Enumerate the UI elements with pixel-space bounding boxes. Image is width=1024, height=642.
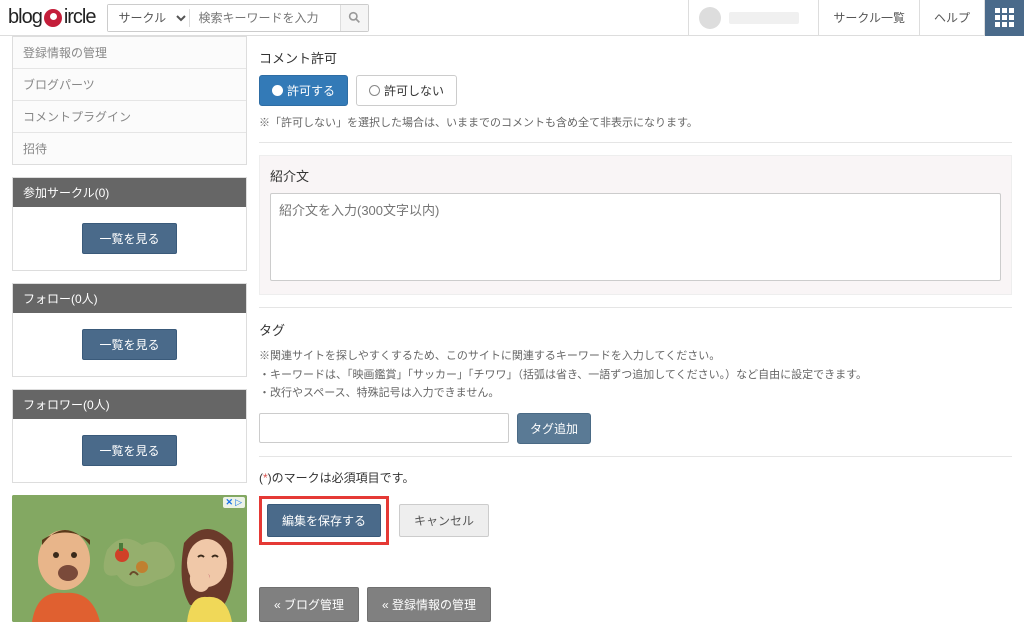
view-list-button[interactable]: 一覧を見る [82, 329, 176, 360]
section-label: タグ [259, 320, 1012, 339]
radio-label: 許可しない [384, 82, 444, 99]
menu-item-register-info[interactable]: 登録情報の管理 [13, 37, 246, 69]
radio-group: 許可する 許可しない [259, 75, 1012, 106]
panel-title: フォロワー(0人) [13, 390, 246, 419]
apps-icon [995, 8, 1014, 27]
view-list-button[interactable]: 一覧を見る [82, 223, 176, 254]
intro-box: 紹介文 [259, 155, 1012, 295]
page: 登録情報の管理 ブログパーツ コメントプラグイン 招待 参加サークル(0) 一覧… [0, 36, 1024, 642]
topbar-right: サークル一覧 ヘルプ [688, 0, 1024, 36]
apps-button[interactable] [984, 0, 1024, 36]
cancel-button[interactable]: キャンセル [399, 504, 489, 537]
panel-title: フォロー(0人) [13, 284, 246, 313]
logo-text-left: blog [8, 6, 42, 29]
user-menu[interactable] [688, 0, 818, 36]
avatar [699, 7, 721, 29]
required-note: (*)のマークは必須項目です。 [259, 469, 1012, 486]
main-content: コメント許可 許可する 許可しない ※「許可しない」を選択した場合は、いままでの… [247, 36, 1024, 642]
ad-image [12, 495, 247, 622]
tag-input-row: タグ追加 [259, 413, 1012, 444]
menu-item-blog-parts[interactable]: ブログパーツ [13, 69, 246, 101]
logo[interactable]: blog ircle [8, 6, 95, 29]
ad-close-icon[interactable]: ✕ [226, 497, 234, 508]
adchoices-icon: ▷ [235, 497, 242, 508]
section-comment-permission: コメント許可 許可する 許可しない ※「許可しない」を選択した場合は、いままでの… [259, 36, 1012, 142]
radio-allow[interactable]: 許可する [259, 75, 348, 106]
intro-textarea[interactable] [270, 193, 1001, 281]
search-button[interactable] [340, 5, 368, 31]
radio-icon [272, 85, 283, 96]
tag-note-line: ・キーワードは、「映画鑑賞」「サッカー」「チワワ」（括弧は省き、一語ずつ追加して… [259, 366, 1012, 385]
sidebar: 登録情報の管理 ブログパーツ コメントプラグイン 招待 参加サークル(0) 一覧… [0, 36, 247, 642]
section-label: 紹介文 [270, 166, 1001, 185]
tag-notes: ※関連サイトを探しやすくするため、このサイトに関連するキーワードを入力してくださ… [259, 347, 1012, 403]
advertisement[interactable]: ✕▷ [12, 495, 247, 622]
action-row: 編集を保存する キャンセル [259, 496, 1012, 545]
back-blog-button[interactable]: « ブログ管理 [259, 587, 359, 622]
section-intro: 紹介文 [259, 142, 1012, 307]
logo-text-right: ircle [64, 6, 96, 29]
nav-circle-list[interactable]: サークル一覧 [818, 0, 919, 36]
search-input[interactable] [190, 11, 340, 25]
tag-add-button[interactable]: タグ追加 [517, 413, 591, 444]
nav-help[interactable]: ヘルプ [919, 0, 984, 36]
panel-follow: フォロー(0人) 一覧を見る [12, 283, 247, 377]
search-bar: サークル [107, 4, 369, 32]
bottom-nav: « ブログ管理 « 登録情報の管理 [259, 587, 1012, 622]
topbar: blog ircle サークル サークル一覧 ヘルプ [0, 0, 1024, 36]
permission-note: ※「許可しない」を選択した場合は、いままでのコメントも含め全て非表示になります。 [259, 114, 1012, 130]
radio-deny[interactable]: 許可しない [356, 75, 457, 106]
section-tag: タグ ※関連サイトを探しやすくするため、このサイトに関連するキーワードを入力して… [259, 307, 1012, 456]
section-actions: (*)のマークは必須項目です。 編集を保存する キャンセル [259, 456, 1012, 557]
username-placeholder [729, 12, 799, 24]
ad-badge[interactable]: ✕▷ [223, 497, 245, 508]
search-scope-select[interactable]: サークル [108, 5, 189, 31]
save-button[interactable]: 編集を保存する [267, 504, 381, 537]
sidebar-menu: 登録情報の管理 ブログパーツ コメントプラグイン 招待 [12, 36, 247, 165]
radio-label: 許可する [287, 82, 335, 99]
menu-item-comment-plugin[interactable]: コメントプラグイン [13, 101, 246, 133]
panel-join-circles: 参加サークル(0) 一覧を見る [12, 177, 247, 271]
section-label: コメント許可 [259, 48, 1012, 67]
panel-title: 参加サークル(0) [13, 178, 246, 207]
panel-follower: フォロワー(0人) 一覧を見る [12, 389, 247, 483]
radio-icon [369, 85, 380, 96]
tag-input[interactable] [259, 413, 509, 443]
highlight-box: 編集を保存する [259, 496, 389, 545]
view-list-button[interactable]: 一覧を見る [82, 435, 176, 466]
back-register-button[interactable]: « 登録情報の管理 [367, 587, 491, 622]
logo-icon [44, 9, 62, 27]
search-icon [348, 11, 361, 24]
tag-note-line: ※関連サイトを探しやすくするため、このサイトに関連するキーワードを入力してくださ… [259, 347, 1012, 366]
tag-note-line: ・改行やスペース、特殊記号は入力できません。 [259, 384, 1012, 403]
menu-item-invite[interactable]: 招待 [13, 133, 246, 164]
